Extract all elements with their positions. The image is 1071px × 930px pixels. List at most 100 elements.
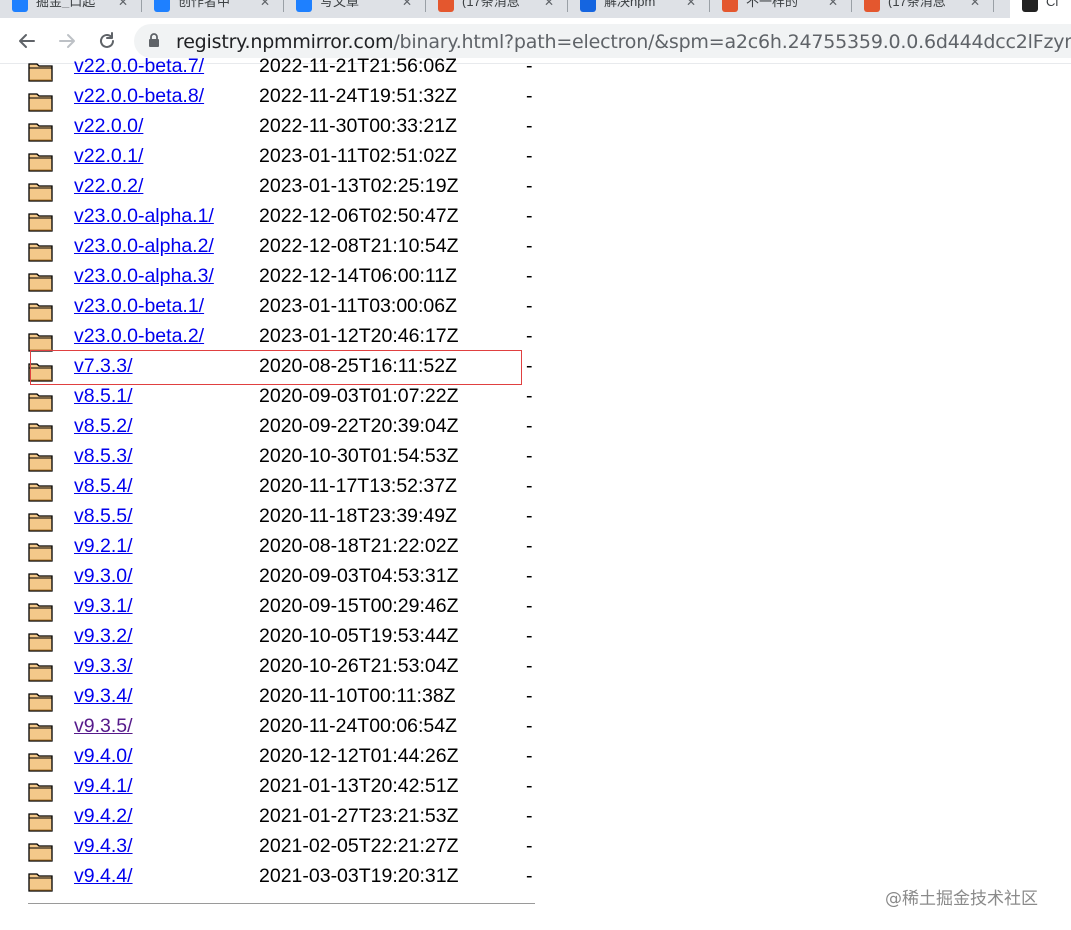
address-bar[interactable]: registry.npmmirror.com/binary.html?path=… xyxy=(134,24,1071,58)
folder-link[interactable]: v9.4.3/ xyxy=(74,835,133,858)
browser-tab[interactable]: (17条消息 ✕ xyxy=(852,0,994,18)
folder-link[interactable]: v9.3.2/ xyxy=(74,625,133,648)
folder-link[interactable]: v22.0.0-beta.8/ xyxy=(74,85,204,108)
lock-icon xyxy=(149,33,159,47)
back-arrow-icon xyxy=(19,34,35,48)
list-item: v23.0.0-alpha.2/2022-12-08T21:10:54Z - xyxy=(0,234,560,264)
folder-icon xyxy=(28,300,54,322)
list-item: v9.4.0/2020-12-12T01:44:26Z - xyxy=(0,744,560,774)
folder-link[interactable]: v9.3.5/ xyxy=(74,715,133,738)
folder-link[interactable]: v9.4.2/ xyxy=(74,805,133,828)
tab-close-icon[interactable]: ✕ xyxy=(828,0,838,8)
size-value: - xyxy=(526,655,533,677)
folder-icon xyxy=(28,330,54,352)
folder-icon xyxy=(28,450,54,472)
list-item: v22.0.0/2022-11-30T00:33:21Z - xyxy=(0,114,560,144)
folder-link[interactable]: v23.0.0-alpha.2/ xyxy=(74,235,214,258)
modified-date: 2022-11-24T19:51:32Z xyxy=(259,85,458,107)
folder-icon xyxy=(28,570,54,592)
tab-close-icon[interactable]: ✕ xyxy=(118,0,128,8)
browser-tab[interactable]: 不一样的 ✕ xyxy=(710,0,852,18)
list-item: v22.0.1/2023-01-11T02:51:02Z - xyxy=(0,144,560,174)
size-value: - xyxy=(526,475,533,497)
divider xyxy=(28,903,535,904)
folder-link[interactable]: v23.0.0-alpha.3/ xyxy=(74,265,214,288)
forward-button[interactable] xyxy=(53,27,81,55)
tab-title: 解决npm xyxy=(604,0,656,8)
browser-tab[interactable]: 掘金_口起 ✕ xyxy=(0,0,142,18)
folder-icon xyxy=(28,630,54,652)
folder-link[interactable]: v8.5.5/ xyxy=(74,505,133,528)
tab-close-icon[interactable]: ✕ xyxy=(402,0,412,8)
browser-tab[interactable]: (17条消息 ✕ xyxy=(426,0,568,18)
modified-date: 2023-01-11T03:00:06Z xyxy=(259,295,458,317)
size-value: - xyxy=(526,805,533,827)
folder-icon xyxy=(28,480,54,502)
folder-icon xyxy=(28,60,54,82)
browser-tab[interactable]: 写文章 ✕ xyxy=(284,0,426,18)
size-value: - xyxy=(526,625,533,647)
modified-date: 2020-11-17T13:52:37Z xyxy=(259,475,458,497)
list-item: v9.4.2/2021-01-27T23:21:53Z - xyxy=(0,804,560,834)
back-button[interactable] xyxy=(13,27,41,55)
folder-link[interactable]: v9.3.1/ xyxy=(74,595,133,618)
modified-date: 2020-09-03T01:07:22Z xyxy=(259,385,459,407)
folder-link[interactable]: v22.0.0/ xyxy=(74,115,143,138)
modified-date: 2020-11-24T00:06:54Z xyxy=(259,715,458,737)
modified-date: 2020-12-12T01:44:26Z xyxy=(259,745,459,767)
modified-date: 2020-11-10T00:11:38Z xyxy=(259,685,456,707)
url-text: registry.npmmirror.com/binary.html?path=… xyxy=(176,31,1071,53)
folder-link[interactable]: v8.5.3/ xyxy=(74,445,133,468)
list-item: v9.3.2/2020-10-05T19:53:44Z - xyxy=(0,624,560,654)
folder-link[interactable]: v9.4.0/ xyxy=(74,745,133,768)
folder-icon xyxy=(28,240,54,262)
size-value: - xyxy=(526,685,533,707)
folder-link[interactable]: v8.5.1/ xyxy=(74,385,133,408)
list-item: v8.5.1/2020-09-03T01:07:22Z - xyxy=(0,384,560,414)
list-item: v9.3.5/2020-11-24T00:06:54Z - xyxy=(0,714,560,744)
size-value: - xyxy=(526,715,533,737)
folder-link[interactable]: v9.4.4/ xyxy=(74,865,133,888)
tab-favicon-icon xyxy=(12,0,28,12)
reload-icon xyxy=(100,32,114,48)
modified-date: 2023-01-13T02:25:19Z xyxy=(259,175,459,197)
folder-link[interactable]: v9.2.1/ xyxy=(74,535,133,558)
folder-link[interactable]: v22.0.1/ xyxy=(74,145,143,168)
url-path: /binary.html?path=electron/&spm=a2c6h.24… xyxy=(393,31,1071,53)
tab-title: 不一样的 xyxy=(746,0,799,8)
folder-link[interactable]: v9.4.1/ xyxy=(74,775,133,798)
browser-tab[interactable]: 创作者中 ✕ xyxy=(142,0,284,18)
modified-date: 2020-09-03T04:53:31Z xyxy=(259,565,459,587)
modified-date: 2020-09-15T00:29:46Z xyxy=(259,595,459,617)
tab-title: 创作者中 xyxy=(178,0,231,8)
size-value: - xyxy=(526,415,533,437)
tab-strip: 掘金_口起 ✕ 创作者中 ✕ 写文章 ✕ (17条消息 ✕ 解决npm ✕ 不一样的 ✕ (17条消息 ✕… xyxy=(0,0,1071,18)
tab-favicon-icon xyxy=(438,0,454,12)
modified-date: 2021-03-03T19:20:31Z xyxy=(259,865,459,887)
browser-tab[interactable]: 解决npm ✕ xyxy=(568,0,710,18)
tab-close-icon[interactable]: ✕ xyxy=(970,0,980,8)
folder-link[interactable]: v22.0.0-beta.7/ xyxy=(74,55,204,78)
tab-close-icon[interactable]: ✕ xyxy=(260,0,270,8)
modified-date: 2022-11-21T21:56:06Z xyxy=(259,55,458,77)
size-value: - xyxy=(526,115,533,137)
reload-button[interactable] xyxy=(93,27,121,55)
size-value: - xyxy=(526,295,533,317)
folder-link[interactable]: v9.3.4/ xyxy=(74,685,133,708)
tab-close-icon[interactable]: ✕ xyxy=(686,0,696,8)
tab-favicon-icon xyxy=(296,0,312,12)
tab-close-icon[interactable]: ✕ xyxy=(544,0,554,8)
folder-link[interactable]: v9.3.3/ xyxy=(74,655,133,678)
modified-date: 2021-01-13T20:42:51Z xyxy=(259,775,459,797)
folder-link[interactable]: v8.5.4/ xyxy=(74,475,133,498)
folder-link[interactable]: v22.0.2/ xyxy=(74,175,143,198)
folder-icon xyxy=(28,150,54,172)
folder-link[interactable]: v23.0.0-beta.2/ xyxy=(74,325,204,348)
tab-favicon-icon xyxy=(722,0,738,12)
folder-link[interactable]: v23.0.0-beta.1/ xyxy=(74,295,204,318)
browser-tab[interactable]: Cl xyxy=(1010,0,1071,18)
folder-link[interactable]: v9.3.0/ xyxy=(74,565,133,588)
folder-link[interactable]: v8.5.2/ xyxy=(74,415,133,438)
modified-date: 2022-12-08T21:10:54Z xyxy=(259,235,459,257)
folder-link[interactable]: v23.0.0-alpha.1/ xyxy=(74,205,214,228)
